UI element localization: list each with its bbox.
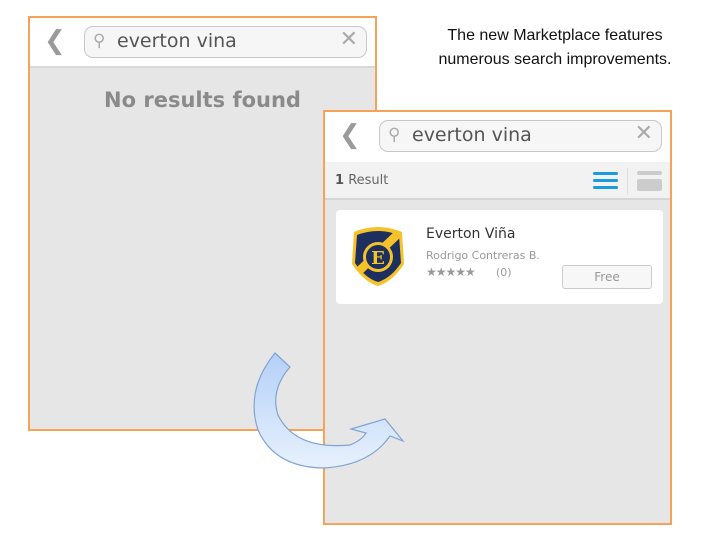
result-count: 1 Result (335, 173, 388, 188)
search-icon: ⚲ (93, 31, 106, 51)
caption-line: numerous search improvements. (438, 51, 672, 68)
card-view-icon[interactable] (637, 171, 662, 191)
rating-stars-icon: ★★★★★ (426, 265, 476, 279)
free-button[interactable]: Free (562, 265, 652, 289)
no-results-message: No results found (104, 88, 301, 112)
back-chevron-icon[interactable]: ❮ (339, 120, 361, 150)
caption-line: The new Marketplace features (447, 27, 663, 44)
results-bar: 1 Result (325, 162, 670, 200)
divider (627, 168, 628, 194)
clear-icon[interactable]: ✕ (635, 121, 653, 146)
caption: The new Marketplace features numerous sea… (400, 24, 710, 72)
rating-count: (0) (496, 266, 512, 279)
count-label: Result (348, 173, 389, 188)
everton-logo-icon: E (352, 227, 404, 286)
app-developer: Rodrigo Contreras B. (426, 249, 540, 262)
app-result-card[interactable]: E Everton Viña Rodrigo Contreras B. ★★★★… (336, 210, 663, 304)
svg-text:E: E (371, 248, 385, 269)
search-input[interactable]: ⚲ everton vina ✕ (379, 120, 662, 152)
search-icon: ⚲ (388, 125, 401, 145)
search-query: everton vina (412, 124, 532, 146)
search-query: everton vina (117, 30, 237, 52)
search-input[interactable]: ⚲ everton vina ✕ (84, 26, 367, 58)
count-number: 1 (335, 173, 345, 188)
header: ❮ ⚲ everton vina ✕ (325, 112, 670, 162)
back-chevron-icon[interactable]: ❮ (44, 26, 66, 56)
clear-icon[interactable]: ✕ (340, 27, 358, 52)
app-name[interactable]: Everton Viña (426, 226, 516, 242)
transition-arrow-icon (253, 352, 405, 469)
header: ❮ ⚲ everton vina ✕ (30, 18, 375, 68)
list-view-icon[interactable] (593, 172, 618, 192)
